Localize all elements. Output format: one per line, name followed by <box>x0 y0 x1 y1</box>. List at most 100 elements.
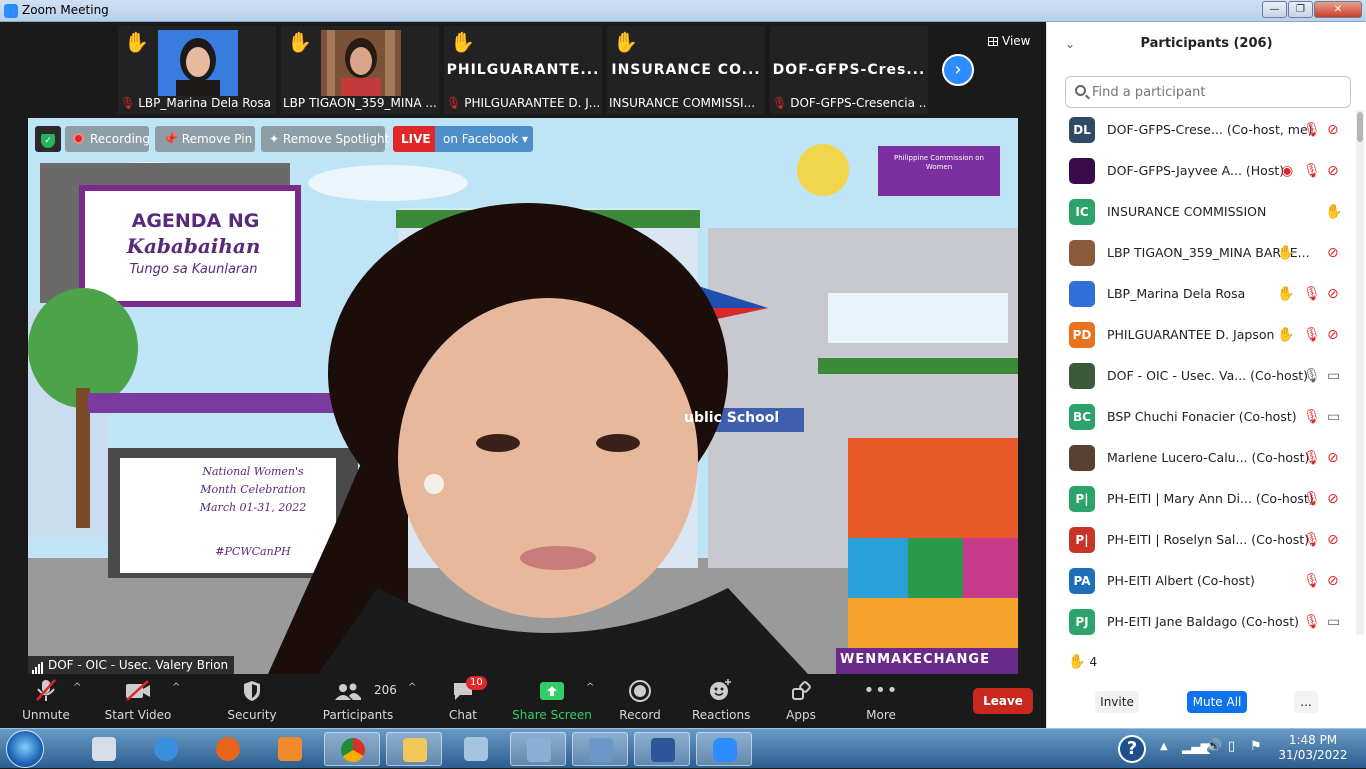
taskbar-remote[interactable] <box>448 732 504 766</box>
participant-row[interactable]: DOF-GFPS-Jayvee A... (Host) ◉ 🎙 ⊘ <box>1047 151 1355 192</box>
collapse-chevron-icon[interactable]: ⌄ <box>1065 22 1075 66</box>
chevron-up-icon[interactable]: ^ <box>73 682 81 693</box>
start-video-button[interactable]: ^ Start Video <box>104 674 180 728</box>
participant-name: LBP_Marina Dela Rosa <box>1107 286 1246 301</box>
search-input[interactable] <box>1092 82 1342 102</box>
chevron-up-icon[interactable]: ^ <box>408 682 416 693</box>
reactions-label: Reactions <box>692 708 751 722</box>
pin-icon: 📌 <box>163 132 178 146</box>
taskbar-chrome[interactable] <box>324 732 380 766</box>
participant-row[interactable]: P| PH-EITI | Mary Ann Di... (Co-host) 🎙 ⊘ <box>1047 479 1355 520</box>
raised-hands-count: 4 <box>1089 655 1098 669</box>
thumbnail-caption: 🎙 DOF-GFPS-Cresencia ... <box>772 96 926 112</box>
main-video[interactable]: AGENDA NG Kababaihan Tungo sa Kaunlaran … <box>28 118 1018 674</box>
taskbar-photo[interactable] <box>572 732 628 766</box>
taskbar-firefox[interactable] <box>200 732 256 766</box>
remove-spotlight-button[interactable]: ✦ Remove Spotlight <box>261 126 389 152</box>
device-icon[interactable]: ▯ <box>1228 739 1235 754</box>
thumbnail-tile[interactable]: ✋ 🎙 LBP_Marina Dela Rosa <box>118 26 276 114</box>
taskbar-zoom[interactable] <box>696 732 752 766</box>
celebration-board: National Women's Month Celebration March… <box>148 463 358 561</box>
next-page-button[interactable]: › <box>942 54 974 86</box>
participant-list-scrollbar[interactable] <box>1356 110 1364 635</box>
thumbnail-name: LBP TIGAON_359_MINA ... <box>283 96 437 110</box>
recording-indicator[interactable]: Recording <box>65 126 150 152</box>
taskbar-word[interactable] <box>634 732 690 766</box>
participant-name: PH-EITI | Roselyn Sal... (Co-host) <box>1107 532 1310 547</box>
thumbnail-tile[interactable]: ✋ LBP TIGAON_359_MINA ... <box>281 26 439 114</box>
security-button[interactable]: Security <box>226 674 278 728</box>
share-screen-icon <box>540 682 564 700</box>
live-stream-target[interactable]: on Facebook ▾ <box>435 126 533 152</box>
system-clock[interactable]: 1:48 PM 31/03/2022 <box>1276 733 1350 763</box>
participant-row[interactable]: P| PH-EITI | Roselyn Sal... (Co-host) 🎙 ⊘ <box>1047 520 1355 561</box>
flag-icon[interactable]: ⚑ <box>1250 739 1262 754</box>
taskbar-ie[interactable] <box>138 732 194 766</box>
invite-button[interactable]: Invite <box>1095 691 1139 713</box>
participant-row[interactable]: BC BSP Chuchi Fonacier (Co-host) 🎙 ▭ <box>1047 397 1355 438</box>
thumbnail-caption: LBP TIGAON_359_MINA ... <box>283 96 437 112</box>
avatar: P| <box>1069 486 1095 512</box>
taskbar-explorer[interactable] <box>386 732 442 766</box>
panel-more-button[interactable]: ... <box>1294 691 1318 713</box>
avatar: PD <box>1069 322 1095 348</box>
taskbar-control-panel[interactable] <box>510 732 566 766</box>
thumbnail-caption: 🎙 PHILGUARANTEE D. J... <box>446 96 600 112</box>
maximize-button[interactable]: ❐ <box>1288 1 1313 18</box>
record-button[interactable]: Record <box>618 674 662 728</box>
thumbnail-tile[interactable]: ✋ PHILGUARANTE... 🎙 PHILGUARANTEE D. J... <box>444 26 602 114</box>
mute-all-button[interactable]: Mute All <box>1187 691 1247 713</box>
start-button[interactable] <box>6 730 44 768</box>
scrollbar-thumb[interactable] <box>1357 112 1363 142</box>
mic-icon: 🎙 <box>1303 368 1321 384</box>
chat-button[interactable]: 10 Chat <box>444 674 487 728</box>
participant-row[interactable]: LBP_Marina Dela Rosa ✋ 🎙 ⊘ <box>1047 274 1355 315</box>
remove-pin-button[interactable]: 📌 Remove Pin <box>155 126 255 152</box>
chevron-up-icon[interactable]: ^ <box>172 682 180 693</box>
participant-row[interactable]: LBP TIGAON_359_MINA BARRE... ✋ ⊘ <box>1047 233 1355 274</box>
raised-hand-icon: ✋ <box>1277 286 1295 302</box>
participant-row[interactable]: DL DOF-GFPS-Crese... (Co-host, me) 🎙 ⊘ <box>1047 110 1355 151</box>
participant-photo <box>321 30 401 96</box>
mic-muted-icon: 🎙 <box>1303 327 1321 343</box>
help-icon[interactable]: ? <box>1118 735 1146 763</box>
apps-label: Apps <box>786 708 816 722</box>
participant-row[interactable]: DOF - OIC - Usec. Va... (Co-host) 🎙 ▭ <box>1047 356 1355 397</box>
share-screen-button[interactable]: ^ Share Screen <box>512 674 594 728</box>
live-target-label: on Facebook <box>443 132 519 146</box>
taskbar-media[interactable] <box>262 732 318 766</box>
participant-search[interactable] <box>1065 76 1351 108</box>
participant-row[interactable]: PJ PH-EITI Jane Baldago (Co-host) 🎙 ▭ <box>1047 602 1355 640</box>
window-titlebar: Zoom Meeting — ❐ ✕ <box>0 0 1366 22</box>
unmute-button[interactable]: ^ Unmute <box>18 674 81 728</box>
participant-row[interactable]: Marlene Lucero-Calu... (Co-host) 🎙 ⊘ <box>1047 438 1355 479</box>
apps-button[interactable]: Apps <box>782 674 820 728</box>
shield-check-icon: ✓ <box>41 134 55 148</box>
taskbar-calculator[interactable] <box>76 732 132 766</box>
more-button[interactable]: ••• More <box>860 674 902 728</box>
close-button[interactable]: ✕ <box>1314 1 1362 18</box>
avatar: DL <box>1069 117 1095 143</box>
minimize-button[interactable]: — <box>1262 1 1287 18</box>
participants-button[interactable]: 206 ^ Participants <box>322 674 417 728</box>
leave-button[interactable]: Leave <box>973 688 1033 714</box>
participant-row[interactable]: PD PHILGUARANTEE D. Japson ✋ 🎙 ⊘ <box>1047 315 1355 356</box>
reactions-button[interactable]: Reactions <box>692 674 750 728</box>
thumbnail-tile[interactable]: DOF-GFPS-Cres... 🎙 DOF-GFPS-Cresencia ... <box>770 26 928 114</box>
thumbnail-tile[interactable]: ✋ INSURANCE CO... INSURANCE COMMISSI... <box>607 26 765 114</box>
show-hidden-icons-icon[interactable]: ▲ <box>1160 741 1168 752</box>
agenda-sign-subtitle: Kababaihan <box>126 234 261 258</box>
live-badge[interactable]: LIVE <box>393 126 435 152</box>
agenda-sign-title: AGENDA NG <box>131 210 260 232</box>
video-off-icon: ⊘ <box>1327 163 1339 179</box>
avatar: BC <box>1069 404 1095 430</box>
encryption-badge[interactable]: ✓ <box>35 126 61 152</box>
portrait-graphic <box>321 30 401 96</box>
internet-explorer-icon <box>154 737 178 761</box>
participant-row[interactable]: PA PH-EITI Albert (Co-host) 🎙 ⊘ <box>1047 561 1355 602</box>
chevron-up-icon[interactable]: ^ <box>586 682 594 693</box>
volume-icon[interactable]: 🔊 <box>1206 739 1222 754</box>
participant-row[interactable]: IC INSURANCE COMMISSION ✋ <box>1047 192 1355 233</box>
view-button[interactable]: View <box>988 34 1030 48</box>
search-icon <box>1075 85 1086 96</box>
